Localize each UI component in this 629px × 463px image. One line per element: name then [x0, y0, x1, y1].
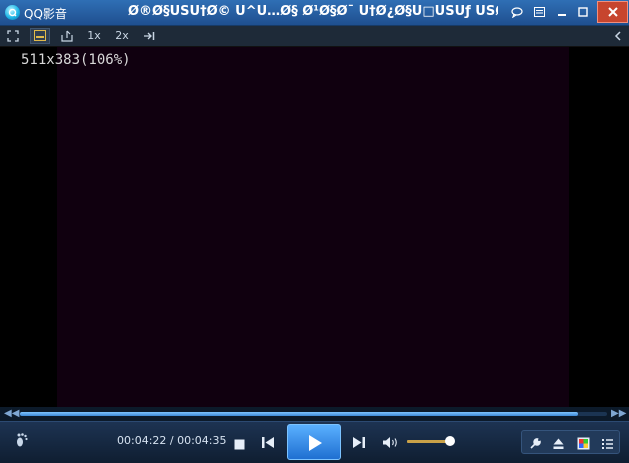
seek-forward-icon[interactable]: ▶▶	[611, 408, 626, 419]
zoom-1x-button[interactable]: 1x	[84, 28, 104, 44]
menu-button[interactable]	[530, 4, 548, 20]
control-bar: 00:04:22 / 00:04:35	[0, 421, 629, 463]
seek-backward-icon[interactable]: ◀◀	[4, 408, 19, 419]
close-button[interactable]	[597, 1, 628, 23]
minimize-button[interactable]	[553, 4, 571, 20]
tool-button-group	[521, 430, 620, 454]
title-bar: QQ影音 Ø®Ø§ÙŠÙ†Ø© Ù^Ù…Ø§ Ø¹Ø§Ø¯ Ù†Ø¿Ø§Ù□ÙŠ…	[0, 0, 629, 26]
seek-progress	[20, 412, 579, 416]
chat-bubble-icon[interactable]	[508, 4, 526, 20]
screen-mode-icon[interactable]	[30, 28, 50, 44]
play-button[interactable]	[287, 424, 341, 460]
window-title: Ø®Ø§ÙŠÙ†Ø© Ù^Ù…Ø§ Ø¹Ø§Ø¯ Ù†Ø¿Ø§Ù□ÙŠÙƒ ÙŠ…	[128, 4, 498, 19]
seek-track[interactable]	[20, 412, 607, 416]
volume-slider[interactable]	[407, 436, 455, 446]
screenshot-icon[interactable]	[58, 28, 76, 44]
video-frame[interactable]	[57, 47, 569, 407]
previous-button[interactable]	[260, 434, 276, 448]
volume-icon[interactable]	[381, 434, 399, 448]
stop-button[interactable]	[233, 435, 245, 450]
collapse-panel-chevron-icon[interactable]	[610, 28, 626, 44]
play-icon	[309, 435, 322, 451]
fit-to-edge-icon[interactable]	[140, 28, 158, 44]
maximize-button[interactable]	[574, 4, 592, 20]
eject-icon[interactable]	[550, 435, 566, 449]
zoom-2x-button[interactable]: 2x	[112, 28, 132, 44]
toolbar: 1x 2x	[0, 26, 629, 47]
video-area[interactable]: 511x383(106%)	[0, 47, 629, 407]
video-resolution-info: 511x383(106%)	[21, 52, 131, 68]
app-name: QQ影音	[24, 7, 67, 21]
playlist-icon[interactable]	[599, 435, 615, 449]
qq-player-logo-icon	[5, 5, 20, 20]
seek-bar[interactable]: ◀◀ ▶▶	[0, 407, 629, 421]
next-button[interactable]	[351, 434, 367, 448]
wrench-icon[interactable]	[527, 435, 543, 449]
footprint-icon[interactable]	[14, 432, 30, 450]
time-display: 00:04:22 / 00:04:35	[117, 434, 227, 447]
fullscreen-fit-icon[interactable]	[4, 28, 22, 44]
volume-knob[interactable]	[444, 436, 455, 446]
color-skin-icon[interactable]	[575, 435, 591, 450]
